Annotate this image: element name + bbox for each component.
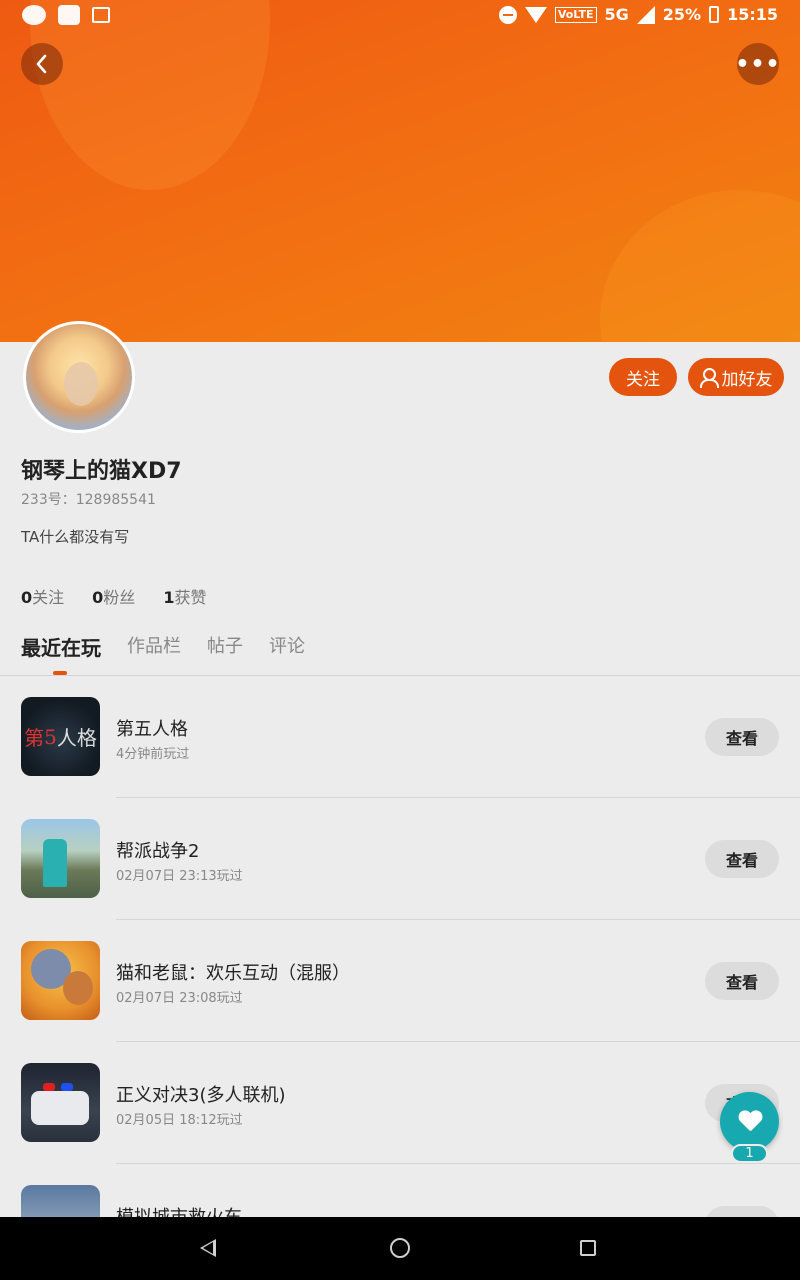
stat-following[interactable]: 0关注 [21, 584, 64, 608]
navigation-bar [0, 1217, 800, 1280]
app-icon [58, 5, 80, 25]
battery-icon [709, 6, 720, 23]
banner-decoration [600, 190, 800, 342]
last-played-time: 4分钟前玩过 [116, 747, 190, 762]
list-item[interactable]: 第 5 人格 第五人格 4分钟前玩过 查看 [0, 676, 800, 798]
tab-works[interactable]: 作品栏 [127, 632, 181, 661]
user-id: 233号：128985541 [21, 492, 156, 508]
user-bio: TA什么都没有写 [21, 528, 130, 546]
view-button[interactable]: 查看 [705, 1206, 779, 1217]
like-count-badge: 1 [731, 1144, 768, 1163]
last-played-time: 02月05日 18:12玩过 [116, 1113, 243, 1128]
game-name: 第五人格 [116, 719, 188, 740]
more-options-button[interactable]: ••• [735, 43, 781, 85]
list-item[interactable]: 猫和老鼠：欢乐互动（混服） 02月07日 23:08玩过 查看 [0, 920, 800, 1042]
recent-games-list: 第 5 人格 第五人格 4分钟前玩过 查看 帮派战争2 02月07日 23:13玩过… [0, 676, 800, 1217]
profile-tabs: 最近在玩 作品栏 帖子 评论 [21, 632, 305, 661]
add-friend-label: 加好友 [721, 369, 773, 390]
profile-banner [0, 0, 800, 342]
game-thumbnail [21, 941, 100, 1020]
recents-square-icon[interactable] [580, 1240, 596, 1256]
stat-likes[interactable]: 1获赞 [163, 584, 206, 608]
like-fab-button[interactable] [720, 1092, 779, 1151]
last-played-time: 02月07日 23:08玩过 [116, 991, 243, 1006]
game-thumbnail [21, 1185, 100, 1217]
avatar[interactable] [23, 321, 135, 433]
clock: 15:15 [727, 5, 778, 24]
volte-label: VoLTE [554, 6, 597, 23]
back-button[interactable] [21, 43, 63, 85]
add-person-icon [699, 368, 719, 388]
network-type-label: 5G [604, 5, 629, 24]
more-dots-icon: ••• [735, 51, 781, 77]
chevron-left-icon [36, 54, 47, 74]
list-item[interactable]: 正义对决3(多人联机) 02月05日 18:12玩过 查看 [0, 1042, 800, 1164]
wifi-icon [524, 6, 547, 23]
game-name: 模拟城市救火车 [116, 1203, 242, 1217]
tab-posts[interactable]: 帖子 [207, 632, 243, 661]
game-name: 猫和老鼠：欢乐互动（混服） [116, 963, 350, 984]
add-friend-button[interactable]: 加好友 [688, 358, 784, 396]
signal-icon [636, 5, 655, 24]
game-name: 正义对决3(多人联机) [116, 1085, 286, 1106]
game-thumbnail [21, 1063, 100, 1142]
view-button[interactable]: 查看 [705, 962, 779, 1000]
heart-icon [738, 1111, 762, 1133]
view-button[interactable]: 查看 [705, 840, 779, 878]
tab-comments[interactable]: 评论 [269, 632, 305, 661]
follow-button[interactable]: 关注 [609, 358, 677, 396]
game-name: 帮派战争2 [116, 841, 200, 862]
home-circle-icon[interactable] [390, 1238, 410, 1258]
list-item[interactable]: 帮派战争2 02月07日 23:13玩过 查看 [0, 798, 800, 920]
stat-followers[interactable]: 0粉丝 [92, 584, 135, 608]
view-button[interactable]: 查看 [705, 718, 779, 756]
follow-label: 关注 [626, 369, 660, 390]
status-bar: VoLTE 5G 25% 15:15 [0, 0, 800, 32]
image-icon [92, 7, 110, 23]
game-thumbnail: 第 5 人格 [21, 697, 100, 776]
tab-recently-played[interactable]: 最近在玩 [21, 632, 101, 661]
game-thumbnail [21, 819, 100, 898]
back-triangle-icon[interactable] [200, 1239, 216, 1257]
username: 钢琴上的猫XD7 [21, 459, 182, 484]
wechat-icon [22, 5, 46, 25]
last-played-time: 02月07日 23:13玩过 [116, 869, 243, 884]
battery-percent: 25% [662, 5, 702, 24]
list-item[interactable]: 模拟城市救火车 查看 [0, 1164, 800, 1217]
do-not-disturb-icon [498, 5, 517, 24]
avatar-face [64, 362, 98, 406]
profile-stats: 0关注 0粉丝 1获赞 [21, 584, 206, 608]
